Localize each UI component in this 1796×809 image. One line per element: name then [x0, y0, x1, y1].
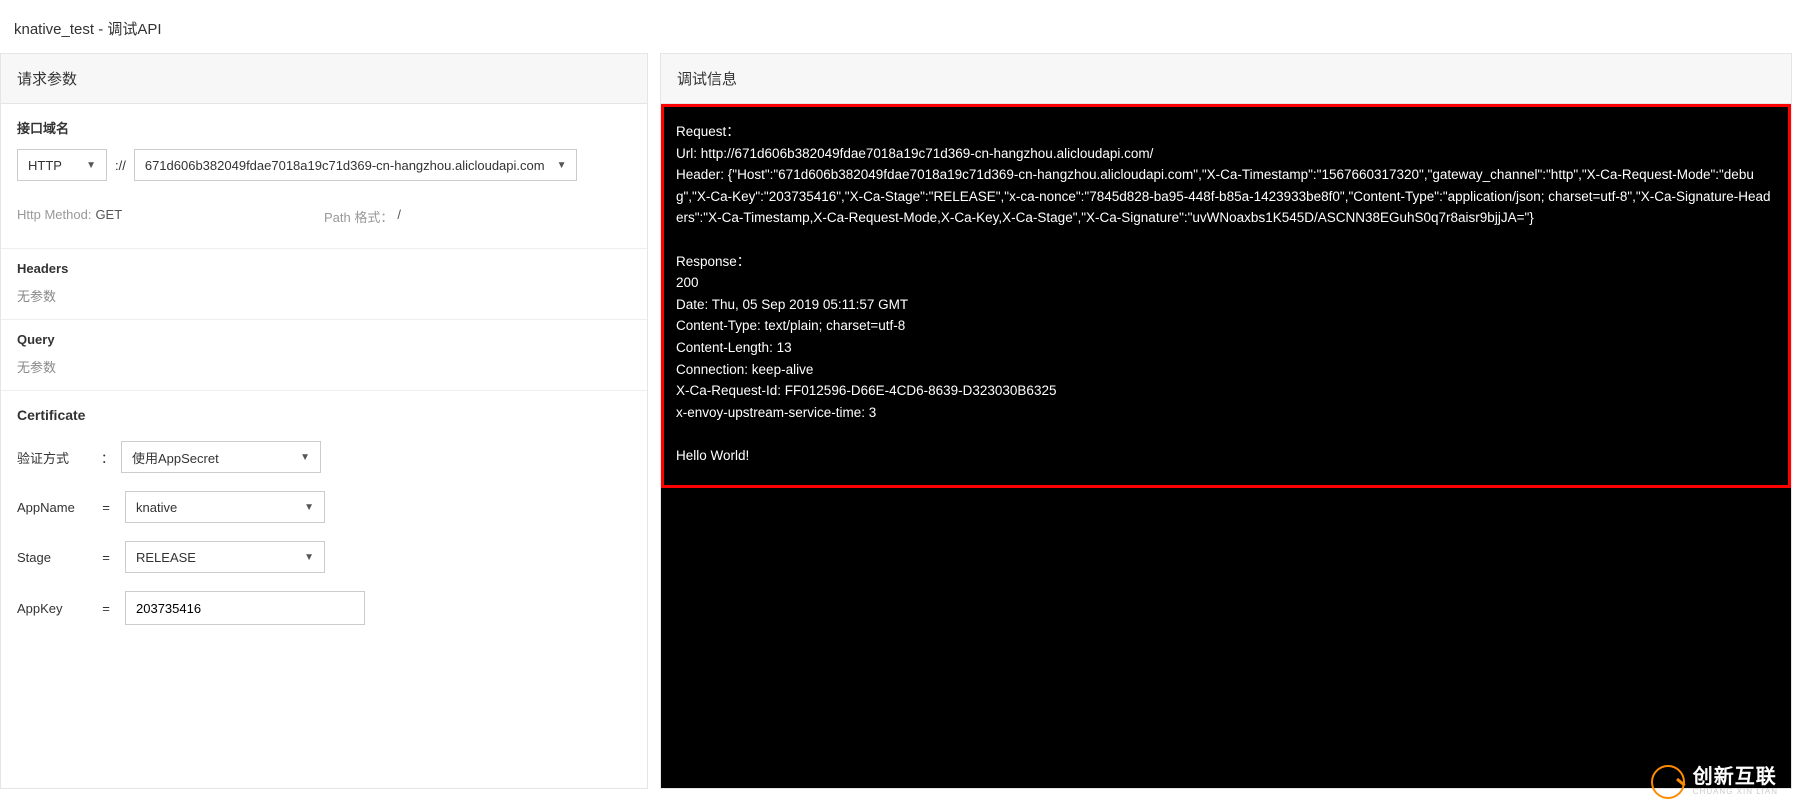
http-method-value: GET	[95, 207, 122, 226]
brand-cn: 创新互联	[1693, 767, 1778, 788]
chevron-down-icon: ▼	[86, 160, 96, 171]
appkey-input[interactable]	[125, 591, 365, 625]
eq: =	[101, 601, 111, 616]
eq: =	[101, 500, 111, 515]
query-title: Query	[17, 332, 631, 347]
protocol-select[interactable]: HTTP ▼	[17, 149, 107, 181]
eq: =	[101, 550, 111, 565]
host-value: 671d606b382049fdae7018a19c71d369-cn-hang…	[145, 158, 545, 173]
debug-console: Request： Url: http://671d606b382049fdae7…	[661, 104, 1791, 488]
path-value: /	[397, 207, 401, 226]
chevron-down-icon: ▼	[304, 502, 314, 513]
method-path-row: Http Method: GET Path 格式： /	[1, 197, 647, 249]
http-method-cell: Http Method: GET	[17, 207, 324, 226]
headers-empty: 无参数	[17, 286, 631, 305]
chevron-down-icon: ▼	[300, 452, 310, 463]
protocol-value: HTTP	[28, 158, 62, 173]
http-method-label: Http Method:	[17, 207, 91, 226]
chevron-down-icon: ▼	[304, 552, 314, 563]
stage-value: RELEASE	[136, 550, 196, 565]
path-cell: Path 格式： /	[324, 207, 631, 226]
brand-logo-icon	[1651, 765, 1685, 799]
query-block: Query 无参数	[1, 320, 647, 391]
domain-label: 接口域名	[17, 118, 631, 137]
appname-row: AppName = knative ▼	[17, 491, 631, 523]
appkey-label: AppKey	[17, 601, 87, 616]
appname-select[interactable]: knative ▼	[125, 491, 325, 523]
stage-select[interactable]: RELEASE ▼	[125, 541, 325, 573]
colon: ：	[101, 448, 107, 467]
domain-section: 接口域名 HTTP ▼ :// 671d606b382049fdae7018a1…	[1, 104, 647, 197]
verify-select[interactable]: 使用AppSecret ▼	[121, 441, 321, 473]
page-title: knative_test - 调试API	[0, 0, 1796, 53]
headers-title: Headers	[17, 261, 631, 276]
verify-value: 使用AppSecret	[132, 448, 219, 467]
headers-block: Headers 无参数	[1, 249, 647, 320]
brand-text: 创新互联 CHUANG XIN LIAN	[1693, 767, 1778, 796]
host-select[interactable]: 671d606b382049fdae7018a19c71d369-cn-hang…	[134, 149, 578, 181]
query-empty: 无参数	[17, 357, 631, 376]
verify-label: 验证方式	[17, 448, 87, 467]
appname-value: knative	[136, 500, 177, 515]
domain-row: HTTP ▼ :// 671d606b382049fdae7018a19c71d…	[17, 149, 631, 181]
debug-console-empty	[661, 488, 1791, 788]
path-label: Path 格式：	[324, 207, 393, 226]
appkey-row: AppKey =	[17, 591, 631, 625]
debug-info-header: 调试信息	[661, 54, 1791, 104]
brand-watermark: 创新互联 CHUANG XIN LIAN	[1651, 765, 1778, 799]
chevron-down-icon: ▼	[557, 160, 567, 171]
right-panel: 调试信息 Request： Url: http://671d606b382049…	[660, 53, 1792, 789]
main-wrap: 请求参数 接口域名 HTTP ▼ :// 671d606b382049fdae7…	[0, 53, 1796, 789]
left-panel: 请求参数 接口域名 HTTP ▼ :// 671d606b382049fdae7…	[0, 53, 648, 789]
protocol-separator: ://	[115, 158, 126, 173]
certificate-block: Certificate 验证方式 ： 使用AppSecret ▼ AppName…	[1, 391, 647, 653]
brand-en: CHUANG XIN LIAN	[1693, 788, 1778, 796]
appname-label: AppName	[17, 500, 87, 515]
stage-label: Stage	[17, 550, 87, 565]
request-params-header: 请求参数	[1, 54, 647, 104]
certificate-title: Certificate	[17, 407, 631, 423]
stage-row: Stage = RELEASE ▼	[17, 541, 631, 573]
verify-row: 验证方式 ： 使用AppSecret ▼	[17, 441, 631, 473]
